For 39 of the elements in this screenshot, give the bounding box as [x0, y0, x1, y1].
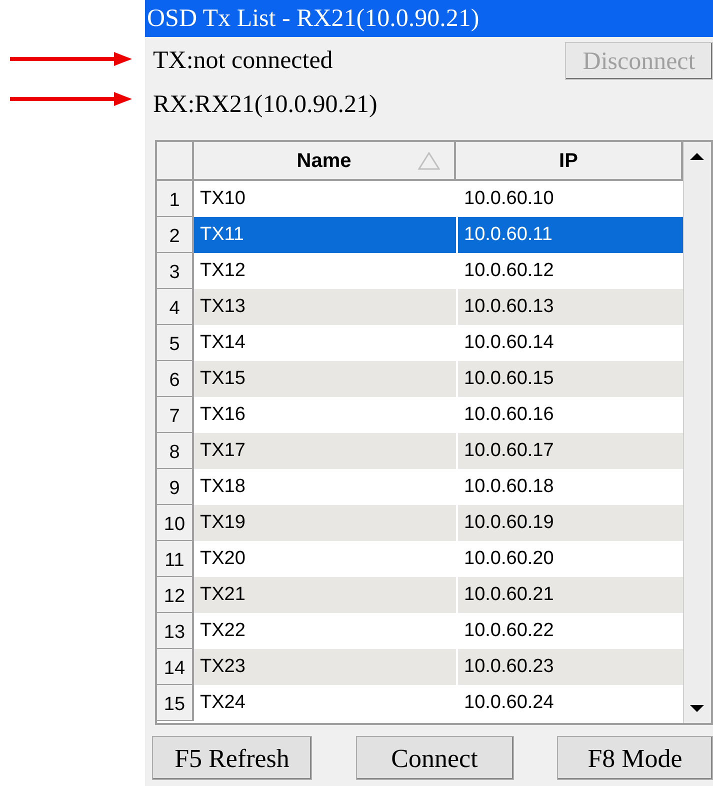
- row-number: 4: [157, 289, 194, 325]
- row-number: 7: [157, 397, 194, 433]
- table-cell[interactable]: 10.0.60.11: [458, 217, 683, 253]
- row-number: 15: [157, 685, 194, 721]
- row-number: 8: [157, 433, 194, 469]
- table-cell[interactable]: TX19: [194, 505, 456, 541]
- table-cell[interactable]: TX15: [194, 361, 456, 397]
- row-number: 12: [157, 577, 194, 613]
- table-cell[interactable]: TX17: [194, 433, 456, 469]
- table-cell[interactable]: 10.0.60.13: [458, 289, 683, 325]
- row-number: 14: [157, 649, 194, 685]
- row-number: 6: [157, 361, 194, 397]
- button[interactable]: F5 Refresh: [152, 736, 312, 780]
- table-cell[interactable]: TX23: [194, 649, 456, 685]
- button[interactable]: F8 Mode: [557, 736, 713, 780]
- arrow-icon: [10, 52, 132, 66]
- row-number: 2: [157, 217, 194, 253]
- row-number: 13: [157, 613, 194, 649]
- arrow-icon: [10, 92, 132, 106]
- table-cell[interactable]: TX13: [194, 289, 456, 325]
- scrollbar[interactable]: [683, 142, 711, 723]
- row-number: 3: [157, 253, 194, 289]
- row-number: 5: [157, 325, 194, 361]
- row-number: 9: [157, 469, 194, 505]
- table-cell[interactable]: 10.0.60.23: [458, 649, 683, 685]
- row-number: 1: [157, 181, 194, 217]
- row-number: 11: [157, 541, 194, 577]
- table-cell[interactable]: 10.0.60.21: [458, 577, 683, 613]
- tx-status: TX:not connected: [153, 46, 333, 76]
- row-number: 10: [157, 505, 194, 541]
- window-title: OSD Tx List - RX21(10.0.90.21): [145, 0, 713, 37]
- button[interactable]: Connect: [356, 736, 514, 780]
- rx-status: RX:RX21(10.0.90.21): [153, 90, 378, 120]
- table-cell[interactable]: TX21: [194, 577, 456, 613]
- column-header[interactable]: Name: [194, 142, 456, 179]
- table-cell[interactable]: TX11: [194, 217, 456, 253]
- table-cell[interactable]: 10.0.60.15: [458, 361, 683, 397]
- table-cell[interactable]: 10.0.60.17: [458, 433, 683, 469]
- table-cell[interactable]: 10.0.60.19: [458, 505, 683, 541]
